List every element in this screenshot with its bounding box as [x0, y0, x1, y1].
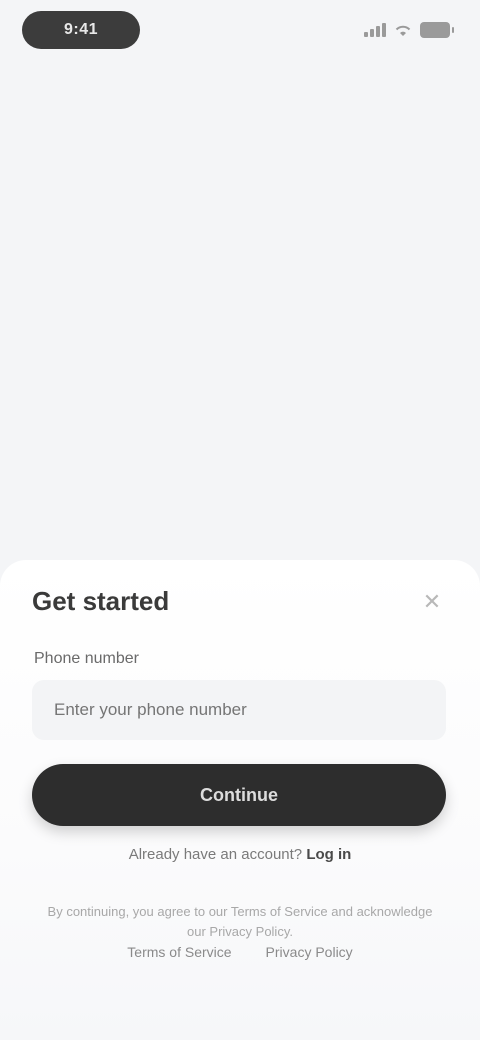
status-icons [364, 20, 454, 40]
phone-input[interactable] [32, 680, 446, 740]
login-prompt-text: Already have an account? [128, 846, 303, 863]
wifi-icon [395, 25, 411, 36]
close-icon: ✕ [422, 589, 442, 614]
phone-field-label: Phone number [34, 650, 139, 667]
close-button[interactable]: ✕ [418, 588, 446, 616]
signal-icon [364, 23, 386, 37]
continue-button[interactable]: Continue [32, 764, 446, 826]
status-time-pill: 9:41 [22, 11, 140, 49]
terms-link[interactable]: Terms of Service [127, 944, 231, 960]
status-bar: 9:41 [0, 0, 480, 60]
login-prompt: Already have an account? Log in [0, 846, 480, 863]
legal-text: By continuing, you agree to our Terms of… [47, 904, 433, 939]
battery-icon [420, 22, 454, 38]
login-link[interactable]: Log in [306, 846, 351, 863]
legal-links: Terms of Service Privacy Policy [0, 944, 480, 960]
sheet-title: Get started [32, 586, 170, 616]
privacy-link[interactable]: Privacy Policy [266, 944, 353, 960]
status-time: 9:41 [63, 21, 99, 38]
signup-sheet: Get started ✕ Phone number Continue Alre… [0, 560, 480, 1040]
